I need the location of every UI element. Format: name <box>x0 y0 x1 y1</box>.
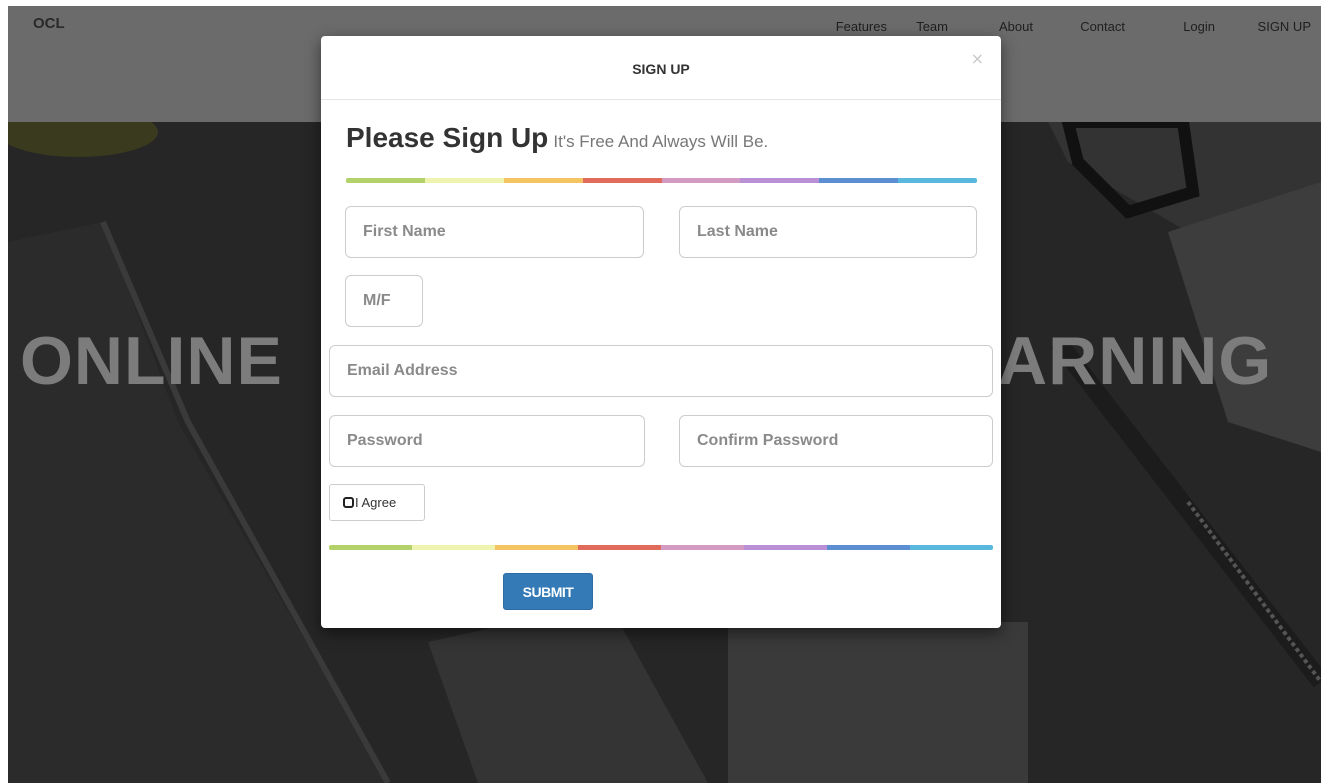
confirm-password-field[interactable] <box>679 415 993 467</box>
heading-subtitle: It's Free And Always Will Be. <box>553 132 769 151</box>
password-field[interactable] <box>329 415 645 467</box>
submit-button[interactable]: SUBMIT <box>503 573 593 610</box>
agree-label: I Agree <box>355 495 397 510</box>
gender-field[interactable] <box>345 275 423 327</box>
modal-header: SIGN UP × <box>321 36 1001 100</box>
agree-checkbox[interactable]: I Agree <box>329 484 425 521</box>
close-icon[interactable]: × <box>971 51 984 67</box>
brand-logo[interactable]: OCL <box>33 15 65 32</box>
nav-link-features[interactable]: Features <box>836 19 887 34</box>
checkbox-icon[interactable] <box>343 497 354 508</box>
nav-link-team[interactable]: Team <box>916 19 948 34</box>
rainbow-divider-top <box>346 178 977 183</box>
hero-title-left: ONLINE <box>20 323 283 399</box>
page: OCL Features Team About Contact Login SI… <box>0 0 1321 783</box>
email-field[interactable] <box>329 345 993 397</box>
modal-title: SIGN UP <box>632 61 690 77</box>
nav-link-about[interactable]: About <box>999 19 1033 34</box>
signup-heading: Please Sign Up It's Free And Always Will… <box>346 122 768 154</box>
heading-main: Please Sign Up <box>346 122 549 153</box>
nav-link-login[interactable]: Login <box>1183 19 1215 34</box>
hero-title-right: ARNING <box>998 323 1273 399</box>
rainbow-divider-bottom <box>329 545 993 550</box>
last-name-field[interactable] <box>679 206 977 258</box>
nav-link-signup[interactable]: SIGN UP <box>1258 19 1311 34</box>
signup-modal: SIGN UP × Please Sign Up It's Free And A… <box>321 36 1001 628</box>
nav-link-contact[interactable]: Contact <box>1080 19 1125 34</box>
first-name-field[interactable] <box>345 206 644 258</box>
